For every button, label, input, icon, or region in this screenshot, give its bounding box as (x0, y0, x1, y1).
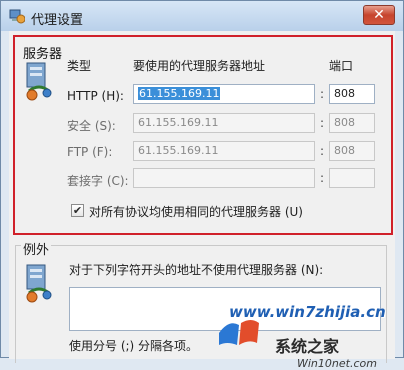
http-label: HTTP (H): (67, 89, 124, 103)
ftp-label: FTP (F): (67, 145, 113, 159)
exceptions-description: 对于下列字符开头的地址不使用代理服务器 (N): (69, 263, 324, 277)
same-proxy-checkbox[interactable]: ✔ (71, 204, 84, 217)
secure-port-input[interactable]: 808 (329, 113, 375, 133)
exceptions-group-title: 例外 (21, 239, 52, 258)
socks-colon: : (320, 171, 325, 185)
ftp-colon: : (320, 144, 325, 158)
close-button[interactable]: ✕ (363, 5, 395, 25)
dialog-body: 服务器 类型 要使用的代理服务器地址 端口 HTTP (H): 61.155.1… (9, 31, 395, 370)
watermark-brand: 系统之家 (275, 337, 340, 356)
same-proxy-label: 对所有协议均使用相同的代理服务器 (U) (89, 205, 303, 219)
column-type: 类型 (67, 59, 92, 73)
exceptions-network-icon (26, 264, 52, 303)
watermark-sub: Win10net.com (297, 357, 377, 370)
secure-colon: : (320, 116, 325, 130)
socks-address-input[interactable] (133, 168, 315, 188)
secure-label: 安全 (S): (67, 119, 116, 133)
column-address: 要使用的代理服务器地址 (133, 59, 266, 73)
ftp-address-input[interactable]: 61.155.169.11 (133, 141, 315, 161)
http-colon: : (320, 87, 325, 101)
socks-label: 套接字 (C): (67, 174, 129, 188)
column-port: 端口 (329, 59, 354, 73)
secure-address-input[interactable]: 61.155.169.11 (133, 113, 315, 133)
proxy-app-icon (9, 9, 25, 24)
proxy-settings-dialog: 代理设置 ✕ 服务器 类型 要使用的代理服务器地址 端口 HTTP (H): 6… (0, 0, 404, 370)
windows-logo-icon (219, 320, 259, 345)
network-server-icon (26, 62, 52, 101)
http-address-input[interactable]: 61.155.169.11 (133, 84, 315, 104)
socks-port-input[interactable] (329, 168, 375, 188)
http-port-input[interactable]: 808 (329, 84, 375, 104)
title-bar: 代理设置 ✕ (1, 1, 403, 31)
http-address-value: 61.155.169.11 (138, 87, 221, 100)
ftp-port-input[interactable]: 808 (329, 141, 375, 161)
servers-group-title: 服务器 (23, 47, 63, 62)
exceptions-hint: 使用分号 (;) 分隔各项。 (69, 339, 199, 353)
window-title: 代理设置 (31, 13, 84, 28)
